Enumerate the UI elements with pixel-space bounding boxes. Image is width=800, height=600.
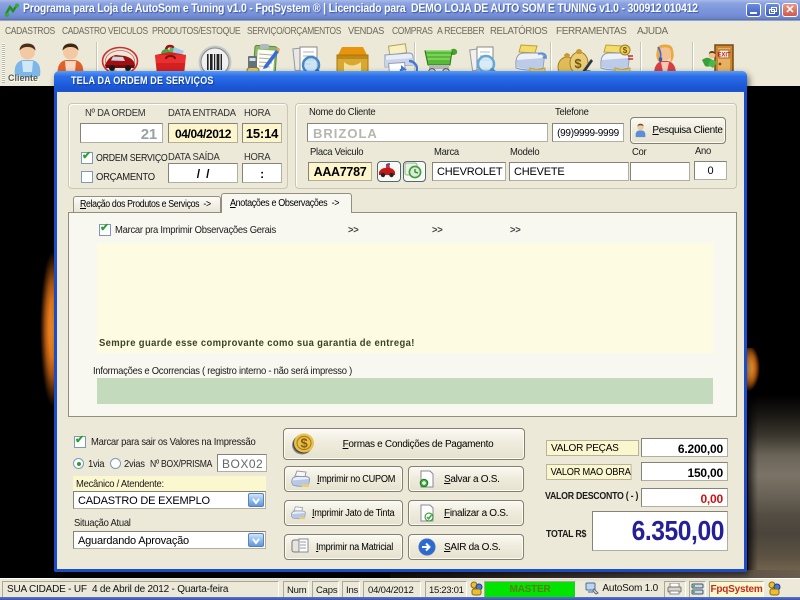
svg-text:$: $ xyxy=(301,436,309,451)
svg-text:EXIT: EXIT xyxy=(717,53,731,59)
svg-text:$: $ xyxy=(623,46,628,55)
svg-text:$: $ xyxy=(574,56,582,71)
